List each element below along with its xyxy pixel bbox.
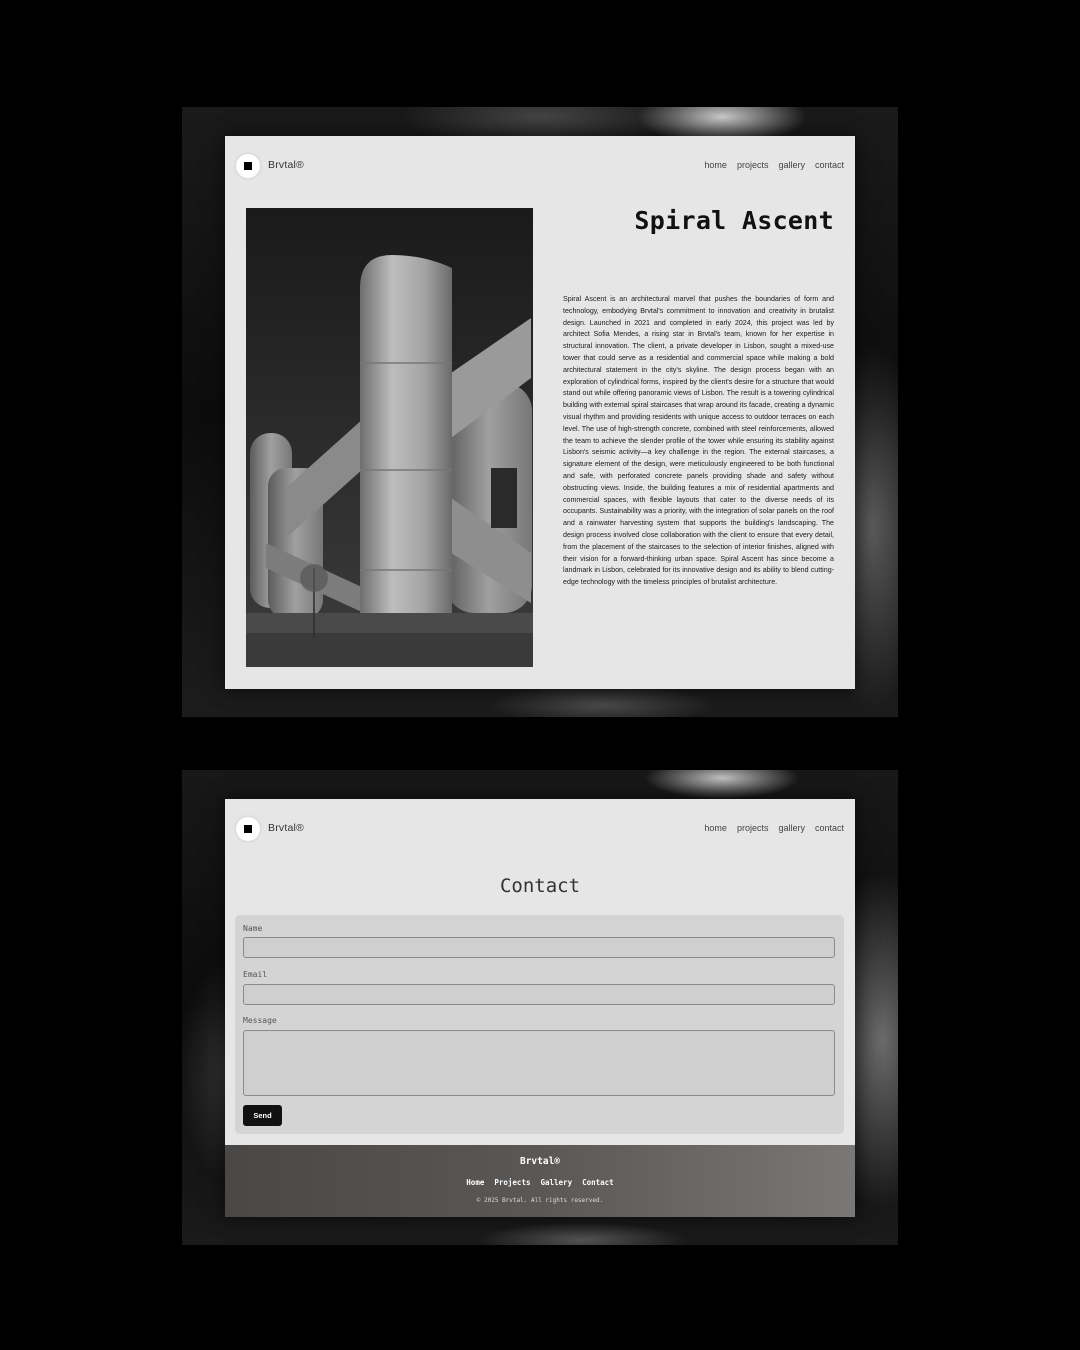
nav-link-home[interactable]: home	[704, 823, 727, 833]
send-button[interactable]: Send	[243, 1105, 282, 1126]
message-label: Message	[243, 1016, 277, 1025]
project-description: Spiral Ascent is an architectural marvel…	[563, 295, 834, 587]
nav-link-gallery[interactable]: gallery	[778, 160, 805, 170]
contact-form: Name Email Message Send	[235, 915, 844, 1134]
logo-icon[interactable]	[236, 154, 260, 178]
message-textarea[interactable]	[243, 1030, 835, 1096]
project-page-screen: Brvtal® home projects gallery contact Sp…	[225, 136, 855, 689]
brand-name[interactable]: Brvtal®	[268, 822, 304, 834]
top-nav: Brvtal® home projects gallery contact	[225, 799, 855, 859]
top-nav: Brvtal® home projects gallery contact	[225, 136, 855, 196]
nav-link-contact[interactable]: contact	[815, 823, 844, 833]
nav-menu: home projects gallery contact	[704, 160, 844, 170]
email-field[interactable]	[243, 984, 835, 1005]
footer-links: Home Projects Gallery Contact	[225, 1178, 855, 1187]
contact-page-screen: Brvtal® home projects gallery contact Co…	[225, 799, 855, 1217]
contact-heading: Contact	[499, 875, 581, 897]
footer-link-contact[interactable]: Contact	[582, 1178, 614, 1187]
footer-link-projects[interactable]: Projects	[494, 1178, 530, 1187]
name-label: Name	[243, 924, 263, 933]
nav-link-projects[interactable]: projects	[737, 823, 769, 833]
nav-link-home[interactable]: home	[704, 160, 727, 170]
brand-name[interactable]: Brvtal®	[268, 159, 304, 171]
project-title: Spiral Ascent	[634, 206, 834, 235]
name-field[interactable]	[243, 937, 835, 958]
nav-link-contact[interactable]: contact	[815, 160, 844, 170]
logo-icon[interactable]	[236, 817, 260, 841]
footer-brand: Brvtal®	[519, 1156, 561, 1167]
nav-link-projects[interactable]: projects	[737, 160, 769, 170]
project-photo	[246, 208, 533, 667]
footer-link-gallery[interactable]: Gallery	[540, 1178, 572, 1187]
nav-link-gallery[interactable]: gallery	[778, 823, 805, 833]
nav-menu: home projects gallery contact	[704, 823, 844, 833]
copyright-text: © 2025 Brvtal. All rights reserved.	[476, 1197, 604, 1204]
email-label: Email	[243, 970, 268, 979]
footer-link-home[interactable]: Home	[466, 1178, 484, 1187]
site-footer: Brvtal® Home Projects Gallery Contact © …	[225, 1145, 855, 1217]
